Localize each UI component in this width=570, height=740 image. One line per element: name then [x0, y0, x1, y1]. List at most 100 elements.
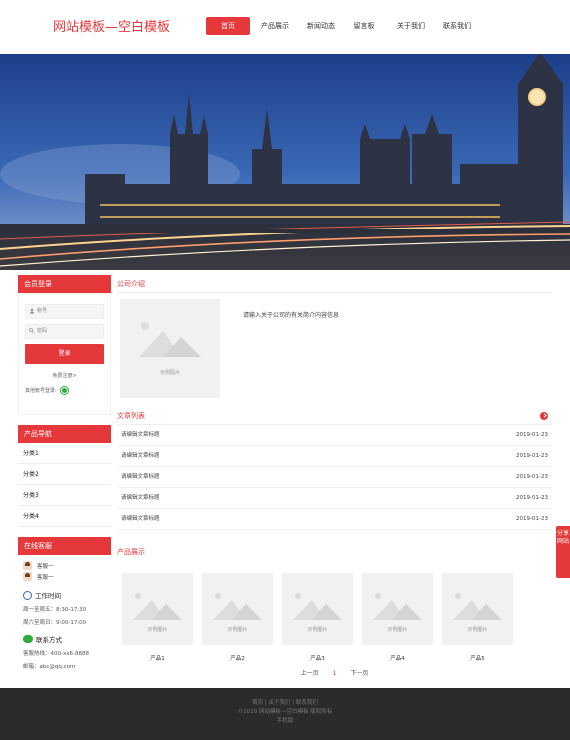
user-icon: [30, 308, 34, 314]
product-item[interactable]: 示例图片 产品5: [442, 573, 513, 662]
service-name: 客服一: [37, 563, 54, 570]
article-row[interactable]: 请编辑文章标题 2019-01-23: [117, 467, 552, 488]
login-title: 会员登录: [18, 275, 111, 293]
article-row[interactable]: 请编辑文章标题 2019-01-23: [117, 488, 552, 509]
prev-page-link[interactable]: 上一页: [301, 670, 319, 677]
article-row[interactable]: 请编辑文章标题 2019-01-23: [117, 509, 552, 530]
wechat-icon[interactable]: [59, 386, 69, 395]
login-button[interactable]: 登录: [25, 344, 104, 364]
more-arrow-icon[interactable]: [540, 412, 548, 420]
image-placeholder-icon: [293, 593, 342, 620]
category-2[interactable]: 分类2: [18, 464, 111, 485]
contact-email: 邮箱：abc@qq.com: [23, 664, 76, 670]
product-name[interactable]: 产品3: [282, 654, 353, 662]
category-4[interactable]: 分类4: [18, 506, 111, 527]
current-page[interactable]: 1: [333, 670, 337, 677]
category-1[interactable]: 分类1: [18, 443, 111, 464]
image-placeholder-icon: [139, 322, 201, 357]
main-nav: 首页 产品展示 新闻动态 留言板 关于我们 联系我们: [206, 17, 473, 35]
service-avatar-icon: [23, 561, 32, 570]
product-image[interactable]: 示例图片: [442, 573, 513, 645]
product-name[interactable]: 产品5: [442, 654, 513, 662]
banner-image: [0, 54, 570, 270]
clock-icon: [23, 590, 32, 600]
footer-mobile-link[interactable]: 手机版: [0, 717, 570, 726]
next-page-link[interactable]: 下一页: [350, 670, 368, 677]
account-input[interactable]: 帐号: [25, 304, 104, 319]
sample-image-label: 示例图片: [227, 627, 248, 633]
article-date: 2019-01-23: [516, 495, 548, 501]
nav-guestbook[interactable]: 留言板: [351, 17, 377, 35]
site-logo[interactable]: 网站模板—空白模板: [53, 16, 170, 35]
article-title[interactable]: 请编辑文章标题: [121, 509, 160, 529]
main-content: 公司介绍 示例图片 请输入关于公司的有关简介内容信息 文章列表 请编辑文章标题 2…: [117, 275, 552, 677]
product-item[interactable]: 示例图片 产品4: [362, 573, 433, 662]
article-section: 文章列表 请编辑文章标题 2019-01-23 请编辑文章标题 2019-01-23…: [117, 407, 552, 530]
sidebar: 会员登录 帐号 密码 登录 免费注册> 其他帐号登录: 产品导航 分类1 分类2…: [18, 275, 111, 670]
product-name[interactable]: 产品1: [122, 654, 193, 662]
articles-title: 文章列表: [117, 407, 552, 425]
product-name[interactable]: 产品2: [202, 654, 273, 662]
product-nav-title: 产品导航: [18, 425, 111, 443]
pagination: 上一页 1 下一页: [117, 668, 552, 677]
nav-contact[interactable]: 联系我们: [441, 17, 473, 35]
product-item[interactable]: 示例图片 产品2: [202, 573, 273, 662]
other-login-label: 其他帐号登录:: [25, 388, 57, 394]
key-icon: [29, 328, 35, 334]
articles-title-text: 文章列表: [117, 412, 145, 420]
sample-image-label: 示例图片: [307, 627, 328, 633]
product-image[interactable]: 示例图片: [122, 573, 193, 645]
share-button[interactable]: 分享网站: [556, 526, 570, 578]
article-title[interactable]: 请编辑文章标题: [121, 467, 160, 487]
login-box: 帐号 密码 登录 免费注册> 其他帐号登录:: [18, 293, 111, 415]
about-title: 公司介绍: [117, 275, 552, 293]
service-title: 在线客服: [18, 537, 111, 555]
register-link[interactable]: 免费注册>: [25, 372, 104, 379]
image-placeholder-icon: [213, 593, 262, 620]
article-row[interactable]: 请编辑文章标题 2019-01-23: [117, 425, 552, 446]
about-image: 示例图片: [120, 299, 220, 398]
nav-products[interactable]: 产品展示: [259, 17, 291, 35]
product-item[interactable]: 示例图片 产品3: [282, 573, 353, 662]
password-placeholder: 密码: [37, 328, 48, 334]
sample-image-label: 示例图片: [147, 627, 168, 633]
service-item[interactable]: 客服一: [23, 560, 106, 571]
product-name[interactable]: 产品4: [362, 654, 433, 662]
nav-home[interactable]: 首页: [206, 17, 250, 35]
footer: 首页 | 关于我们 | 联系我们 ©2019 网站模板—空白模板 版权所有 手机…: [0, 688, 570, 740]
article-date: 2019-01-23: [516, 432, 548, 438]
product-section: 产品展示 示例图片 产品1 示例图片 产品2 示例图片 产品3 示例图片 产品4…: [117, 543, 552, 662]
banner-illustration: [0, 54, 570, 270]
about-text: 请输入关于公司的有关简介内容信息: [243, 312, 340, 319]
about-title-text: 公司介绍: [117, 280, 145, 288]
article-date: 2019-01-23: [516, 516, 548, 522]
contact-phone: 客服热线：400-xx6-8888: [23, 651, 89, 657]
service-box: 客服一 客服一 工作时间 周一至周五：8:30-17:30 周六至周日：9:00…: [18, 555, 111, 670]
article-title[interactable]: 请编辑文章标题: [121, 446, 160, 466]
other-login: 其他帐号登录:: [25, 386, 104, 395]
contact-title: 联系方式: [36, 636, 62, 644]
article-title[interactable]: 请编辑文章标题: [121, 425, 160, 445]
footer-copyright: ©2019 网站模板—空白模板 版权所有: [237, 709, 333, 715]
sample-image-label: 示例图片: [467, 627, 488, 633]
article-date: 2019-01-23: [516, 474, 548, 480]
password-input[interactable]: 密码: [25, 324, 104, 339]
product-image[interactable]: 示例图片: [282, 573, 353, 645]
work-time-title: 工作时间: [35, 592, 61, 600]
product-item[interactable]: 示例图片 产品1: [122, 573, 193, 662]
image-placeholder-icon: [133, 593, 182, 620]
article-title[interactable]: 请编辑文章标题: [121, 488, 160, 508]
article-row[interactable]: 请编辑文章标题 2019-01-23: [117, 446, 552, 467]
nav-news[interactable]: 新闻动态: [305, 17, 337, 35]
product-list: 示例图片 产品1 示例图片 产品2 示例图片 产品3 示例图片 产品4 示例图片…: [117, 573, 552, 662]
footer-links[interactable]: 首页 | 关于我们 | 联系我们: [0, 699, 570, 708]
product-image[interactable]: 示例图片: [362, 573, 433, 645]
products-title-text: 产品展示: [117, 548, 145, 556]
nav-about[interactable]: 关于我们: [395, 17, 427, 35]
work-time-weekend: 周六至周日：9:00-17:00: [23, 620, 87, 626]
service-item[interactable]: 客服一: [23, 571, 106, 582]
products-title: 产品展示: [117, 543, 552, 561]
image-placeholder-icon: [453, 593, 502, 620]
category-3[interactable]: 分类3: [18, 485, 111, 506]
product-image[interactable]: 示例图片: [202, 573, 273, 645]
